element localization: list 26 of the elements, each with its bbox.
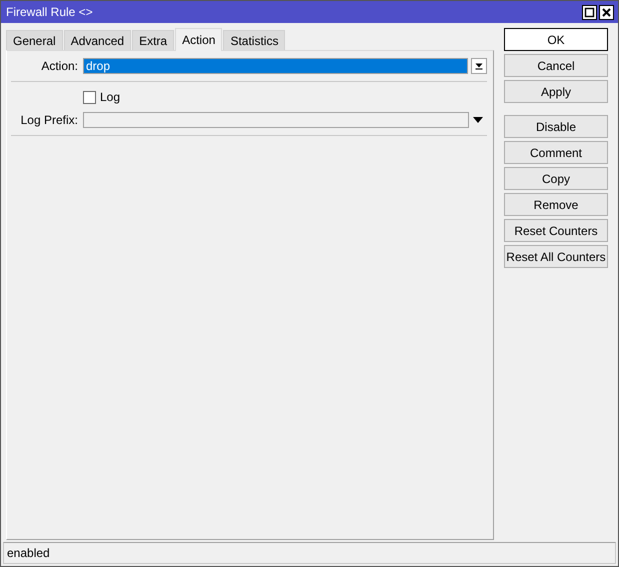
rule-button[interactable]: Comment bbox=[504, 141, 608, 164]
field-label: Log Prefix: bbox=[20, 113, 79, 127]
rule-button[interactable]: Reset All Counters bbox=[504, 245, 608, 268]
tab[interactable]: Statistics bbox=[223, 30, 286, 50]
maximize-icon[interactable] bbox=[582, 4, 597, 20]
dropdown-icon[interactable] bbox=[471, 58, 487, 74]
rule-button[interactable]: Disable bbox=[504, 115, 608, 138]
dropdown-icon[interactable] bbox=[473, 117, 483, 123]
window-title: Firewall Rule <> bbox=[6, 5, 94, 19]
tab[interactable]: General bbox=[6, 30, 63, 50]
dialog-button[interactable]: Cancel bbox=[504, 54, 608, 77]
log-prefix-field[interactable] bbox=[83, 112, 469, 128]
tab[interactable]: Advanced bbox=[64, 30, 132, 50]
rule-button[interactable]: Remove bbox=[504, 193, 608, 216]
rule-button[interactable]: Reset Counters bbox=[504, 219, 608, 242]
status-bar: enabled bbox=[3, 542, 616, 564]
tab[interactable]: Extra bbox=[132, 30, 174, 50]
log-checkbox[interactable] bbox=[83, 90, 96, 104]
close-icon[interactable] bbox=[599, 4, 614, 20]
dialog-button[interactable]: Apply bbox=[504, 80, 608, 103]
field-label: Action: bbox=[40, 59, 79, 73]
checkbox-label: Log bbox=[100, 90, 120, 104]
rule-button[interactable]: Copy bbox=[504, 167, 608, 190]
dialog-button[interactable]: OK bbox=[504, 28, 608, 51]
tab[interactable]: Action bbox=[175, 28, 222, 51]
action-dropdown[interactable]: drop bbox=[83, 58, 468, 74]
